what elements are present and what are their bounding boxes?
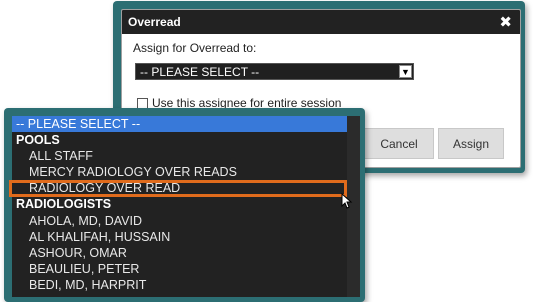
list-item[interactable]: MERCY RADIOLOGY OVER READS	[12, 164, 360, 180]
list-item[interactable]: AHOLA, MD, DAVID	[12, 213, 360, 229]
list-group-header: RADIOLOGISTS	[16, 197, 112, 212]
assignee-dropdown-list[interactable]: -- PLEASE SELECT -- POOLS ALL STAFF MERCY R…	[12, 116, 360, 297]
dialog-title: Overread	[128, 15, 181, 29]
highlight-box	[9, 180, 347, 197]
list-item[interactable]: AL KHALIFAH, HUSSAIN	[12, 229, 360, 245]
list-item[interactable]: ASHOUR, OMAR	[12, 245, 360, 261]
assignee-select-value: -- PLEASE SELECT --	[140, 64, 260, 79]
list-group-header: POOLS	[16, 133, 60, 148]
list-item[interactable]: BEAULIEU, PETER	[12, 261, 360, 277]
close-icon[interactable]: ✖	[499, 14, 512, 30]
list-item-selected[interactable]: -- PLEASE SELECT --	[12, 116, 360, 133]
session-checkbox[interactable]	[137, 97, 148, 109]
list-item[interactable]: ALL STAFF	[12, 148, 360, 164]
assign-button[interactable]: Assign	[438, 128, 504, 159]
chevron-down-icon[interactable]: ▼	[399, 65, 412, 78]
list-item[interactable]: BEDI, MD, HARPRIT	[12, 277, 360, 293]
mouse-cursor-icon	[341, 193, 353, 209]
assignee-select[interactable]: -- PLEASE SELECT -- ▼	[135, 63, 414, 80]
dialog-titlebar: Overread ✖	[122, 10, 520, 34]
assign-label: Assign for Overread to:	[133, 41, 257, 55]
cancel-button[interactable]: Cancel	[364, 128, 434, 159]
